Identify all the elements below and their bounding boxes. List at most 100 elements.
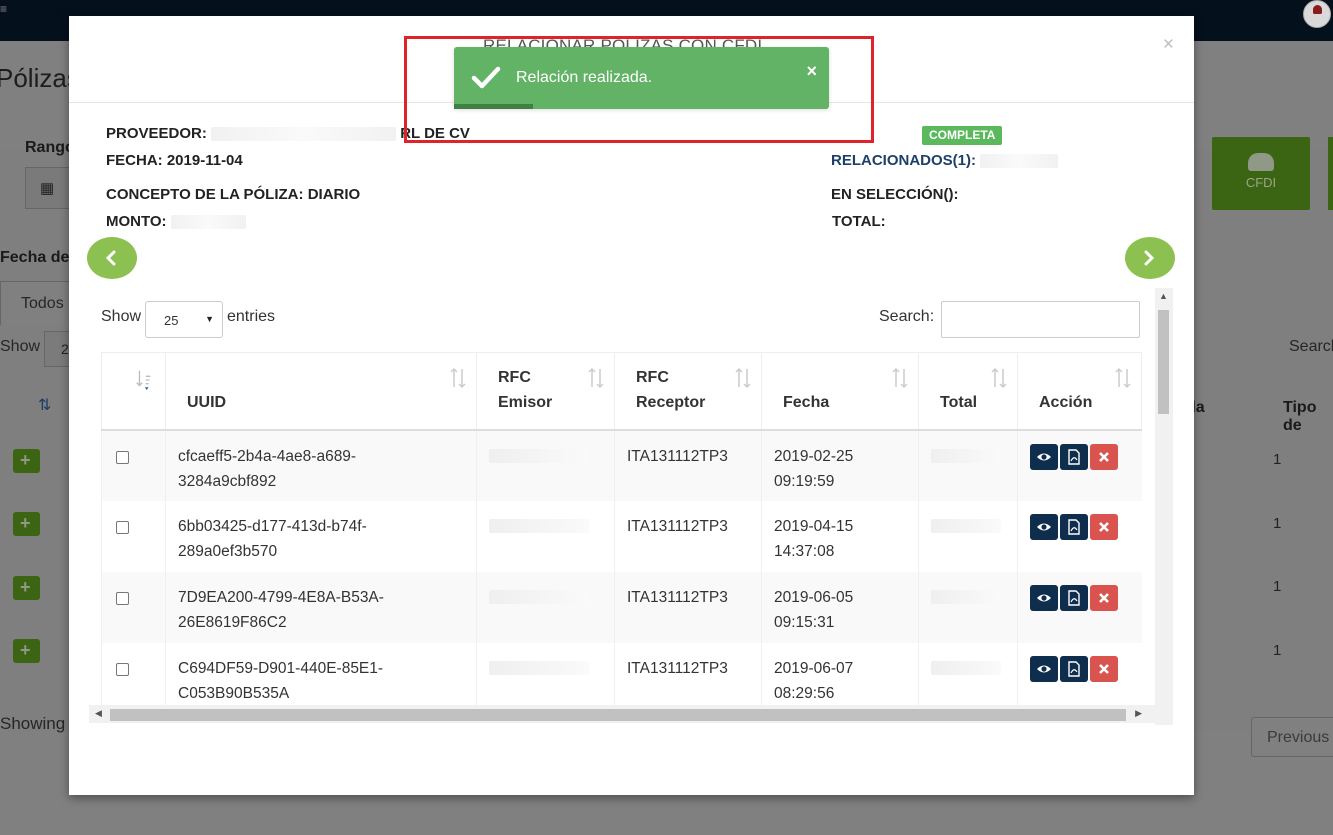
fecha-info: FECHA: 2019-11-04 — [106, 152, 243, 169]
view-button[interactable] — [1030, 584, 1058, 611]
concepto-info: CONCEPTO DE LA PÓLIZA: DIARIO — [106, 186, 360, 203]
date-range-input[interactable]: ▦ — [25, 167, 75, 209]
column-header-select[interactable] — [101, 352, 166, 431]
table-row: C694DF59-D901-440E-85E1- C053B90B535A ITA… — [101, 642, 1142, 714]
pdf-button[interactable] — [1060, 584, 1088, 611]
uuid-text: 7D9EA200-4799-4E8A-B53A- — [178, 588, 384, 606]
delete-button[interactable] — [1090, 513, 1118, 540]
search-label: Search: — [879, 308, 935, 325]
chevron-left-icon — [105, 250, 116, 266]
secondary-green-button[interactable] — [1328, 137, 1333, 210]
horizontal-scrollbar[interactable]: ◀ ▶ — [89, 705, 1173, 723]
close-icon[interactable]: × — [1163, 34, 1174, 56]
entries-select[interactable]: 25 ▼ — [145, 301, 223, 338]
delete-icon — [1099, 663, 1109, 674]
fecha-cell: 2019-06-07 08:29:56 — [761, 642, 919, 714]
rfc-emisor-cell — [476, 571, 615, 643]
column-header-fecha[interactable]: Fecha — [761, 352, 919, 431]
sort-icon — [991, 367, 1007, 389]
eye-icon — [1037, 453, 1051, 460]
uuid-cell: 7D9EA200-4799-4E8A-B53A- 26E8619F86C2 — [165, 571, 477, 643]
status-badge: COMPLETA — [922, 126, 1003, 145]
pdf-button[interactable] — [1060, 513, 1088, 540]
row-checkbox[interactable] — [116, 520, 129, 534]
delete-button[interactable] — [1090, 584, 1118, 611]
column-header-tipo: Tipo de — [1283, 399, 1317, 434]
redacted-value — [211, 127, 397, 142]
vertical-scrollbar[interactable]: ▲ ▼ — [1155, 288, 1173, 725]
previous-page-button[interactable]: Previous — [1251, 717, 1333, 757]
scroll-up-icon[interactable]: ▲ — [1159, 291, 1168, 301]
pdf-button[interactable] — [1060, 443, 1088, 470]
uuid-text: C053B90B535A — [178, 684, 290, 702]
fecha-cell: 2019-02-25 09:19:59 — [761, 429, 919, 501]
rfc-emisor-cell — [476, 500, 615, 572]
next-policy-button[interactable] — [1125, 237, 1175, 279]
scrollbar-thumb[interactable] — [1158, 310, 1169, 414]
search-input[interactable] — [941, 301, 1140, 338]
table-row: 6bb03425-d177-413d-b74f- 289a0ef3b570 ITA… — [101, 500, 1142, 572]
redacted-value — [931, 589, 1001, 604]
row-select-cell — [101, 571, 166, 643]
previous-label: Previous — [1267, 729, 1330, 746]
previous-policy-button[interactable] — [87, 237, 137, 279]
table-header-row: UUID RFC Emisor RFC Receptor Fecha Total… — [101, 352, 1142, 431]
cloud-upload-icon — [1248, 153, 1274, 171]
plus-icon[interactable] — [13, 512, 40, 536]
column-header-uuid[interactable]: UUID — [165, 352, 477, 431]
view-button[interactable] — [1030, 443, 1058, 470]
fecha-value: 2019-11-04 — [166, 152, 243, 169]
action-cell — [1017, 429, 1142, 501]
row-checkbox[interactable] — [116, 591, 129, 605]
sort-icon — [588, 367, 604, 389]
sort-icon[interactable]: ⇅ — [38, 395, 51, 415]
search-label: Search — [1289, 338, 1333, 355]
action-cell — [1017, 642, 1142, 714]
entries-select-value: 2 — [61, 341, 69, 357]
fecha-header-label: Fecha — [783, 393, 830, 411]
scroll-left-icon[interactable]: ◀ — [95, 708, 102, 719]
relacionados-info: RELACIONADOS(1): — [831, 152, 1059, 169]
relacionados-label: RELACIONADOS(1): — [831, 152, 976, 169]
total-cell — [918, 571, 1018, 643]
plus-icon[interactable] — [13, 639, 40, 663]
avatar[interactable] — [1303, 0, 1331, 28]
fecha-filter-label: Fecha de — [0, 249, 70, 266]
plus-icon[interactable] — [13, 449, 40, 473]
delete-button[interactable] — [1090, 443, 1118, 470]
fecha-time: 09:15:31 — [774, 613, 835, 631]
scroll-right-icon[interactable]: ▶ — [1135, 708, 1142, 719]
total-cell — [918, 642, 1018, 714]
annotation-highlight-box — [404, 36, 874, 143]
concepto-label: CONCEPTO DE LA PÓLIZA: — [106, 186, 304, 203]
redacted-value — [931, 448, 1001, 463]
delete-button[interactable] — [1090, 655, 1118, 682]
concepto-value: DIARIO — [307, 186, 361, 203]
row-checkbox[interactable] — [116, 450, 129, 464]
row-checkbox[interactable] — [116, 662, 129, 676]
fecha-date: 2019-06-05 — [774, 588, 854, 606]
table-scroll-container[interactable]: UUID RFC Emisor RFC Receptor Fecha Total… — [89, 288, 1175, 725]
pdf-button[interactable] — [1060, 655, 1088, 682]
view-button[interactable] — [1030, 655, 1058, 682]
scrollbar-thumb[interactable] — [110, 709, 1126, 721]
column-header-total[interactable]: Total — [918, 352, 1018, 431]
row-value: 1 — [1273, 578, 1282, 595]
uuid-header-label: UUID — [187, 393, 227, 411]
plus-icon[interactable] — [13, 576, 40, 600]
column-header-accion[interactable]: Acción — [1017, 352, 1142, 431]
pdf-icon — [1068, 448, 1080, 465]
entries-label: entries — [227, 308, 276, 325]
uuid-cell: cfcaeff5-2b4a-4ae8-a689- 3284a9cbf892 — [165, 429, 477, 501]
column-header-rfc-receptor[interactable]: RFC Receptor — [614, 352, 762, 431]
rango-label: Rango — [25, 139, 75, 156]
cfdi-upload-button[interactable]: CFDI — [1212, 137, 1310, 210]
pdf-icon — [1068, 589, 1080, 606]
column-header-rfc-emisor[interactable]: RFC Emisor — [476, 352, 615, 431]
redacted-value — [489, 589, 589, 604]
total-header-label: Total — [940, 393, 978, 411]
rfc-emisor-cell — [476, 642, 615, 714]
view-button[interactable] — [1030, 513, 1058, 540]
tab-todos[interactable]: Todos — [0, 281, 78, 325]
menu-icon[interactable]: ≡ — [0, 2, 7, 16]
